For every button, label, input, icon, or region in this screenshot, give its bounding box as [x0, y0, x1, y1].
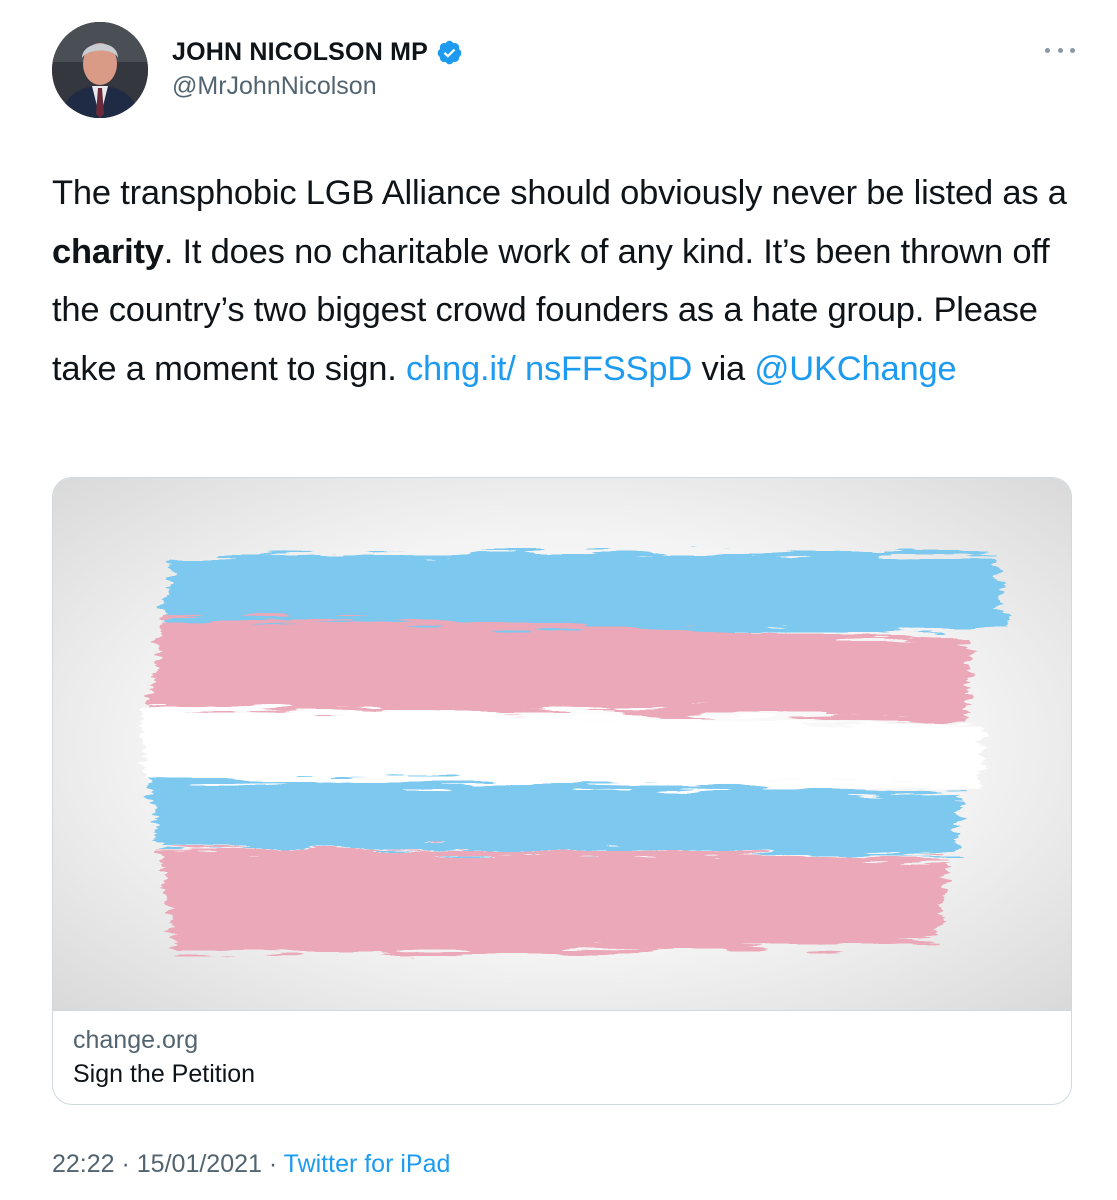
- card-image[interactable]: [53, 478, 1071, 1011]
- meta-separator: ·: [114, 1150, 137, 1178]
- tweet-text-part: The transphobic LGB Alliance should obvi…: [52, 174, 1067, 212]
- author-name-row[interactable]: JOHN NICOLSON MP: [172, 38, 463, 67]
- tweet-source[interactable]: Twitter for iPad: [284, 1150, 451, 1178]
- card-domain[interactable]: change.org: [73, 1026, 198, 1055]
- author-handle[interactable]: @MrJohnNicolson: [172, 72, 377, 101]
- tweet-link[interactable]: chng.it/ nsFFSSpD: [406, 350, 692, 388]
- card-title[interactable]: Sign the Petition: [73, 1060, 255, 1089]
- tweet-mention[interactable]: @UKChange: [754, 350, 956, 388]
- flag-stripe-blue-bottom: [149, 778, 961, 856]
- brush-stroke-flag-image-icon: [141, 552, 1008, 954]
- tweet-date[interactable]: 15/01/2021: [137, 1150, 262, 1178]
- flag-stripe-pink-bottom: [157, 848, 947, 954]
- tweet-text-part: via: [692, 349, 755, 388]
- more-options-icon[interactable]: [1045, 40, 1075, 60]
- tweet-text: The transphobic LGB Alliance should obvi…: [52, 164, 1072, 398]
- tweet-text-bold: charity: [52, 232, 164, 271]
- tweet-time[interactable]: 22:22: [52, 1150, 115, 1178]
- tweet: JOHN NICOLSON MP @MrJohnNicolson The tra…: [0, 0, 1117, 1200]
- verified-badge-icon: [437, 40, 462, 65]
- meta-separator: ·: [261, 1150, 284, 1178]
- tweet-metadata: 22:22 · 15/01/2021 · Twitter for iPad: [52, 1150, 450, 1179]
- flag-stripe-blue-top: [165, 552, 1008, 632]
- author-display-name[interactable]: JOHN NICOLSON MP: [172, 38, 428, 67]
- link-preview-card[interactable]: change.org Sign the Petition: [52, 477, 1072, 1105]
- flag-stripe-white: [141, 708, 983, 790]
- avatar-photo-icon: [52, 22, 148, 118]
- avatar[interactable]: [52, 22, 148, 118]
- flag-stripe-pink-top: [149, 618, 971, 720]
